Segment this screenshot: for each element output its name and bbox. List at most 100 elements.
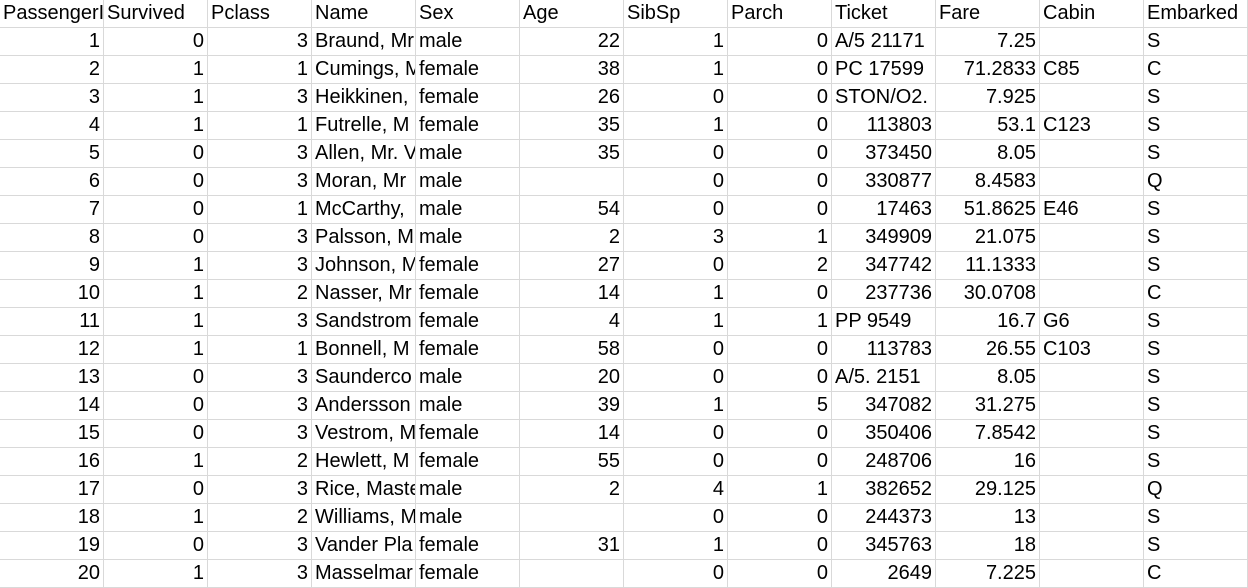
cell-sibsp[interactable]: 0 xyxy=(624,504,728,532)
cell-survived[interactable]: 1 xyxy=(104,336,208,364)
cell-embarked[interactable]: S xyxy=(1144,504,1248,532)
cell-fare[interactable]: 26.55 xyxy=(936,336,1040,364)
cell-ticket[interactable]: 330877 xyxy=(832,168,936,196)
cell-ticket[interactable]: 17463 xyxy=(832,196,936,224)
cell-name[interactable]: Rice, Maste xyxy=(312,476,416,504)
cell-ticket[interactable]: 345763 xyxy=(832,532,936,560)
cell-ticket[interactable]: 113803 xyxy=(832,112,936,140)
cell-sex[interactable]: female xyxy=(416,448,520,476)
cell-sex[interactable]: male xyxy=(416,504,520,532)
cell-pclass[interactable]: 3 xyxy=(208,532,312,560)
cell-ticket[interactable]: 382652 xyxy=(832,476,936,504)
cell-sibsp[interactable]: 1 xyxy=(624,112,728,140)
cell-survived[interactable]: 0 xyxy=(104,168,208,196)
cell-passengerid[interactable]: 15 xyxy=(0,420,104,448)
cell-parch[interactable]: 0 xyxy=(728,364,832,392)
cell-ticket[interactable]: 2649 xyxy=(832,560,936,588)
cell-ticket[interactable]: 244373 xyxy=(832,504,936,532)
cell-pclass[interactable]: 1 xyxy=(208,56,312,84)
cell-pclass[interactable]: 3 xyxy=(208,420,312,448)
cell-embarked[interactable]: C xyxy=(1144,560,1248,588)
cell-age[interactable]: 54 xyxy=(520,196,624,224)
cell-sibsp[interactable]: 0 xyxy=(624,140,728,168)
cell-sibsp[interactable]: 0 xyxy=(624,252,728,280)
cell-age[interactable]: 55 xyxy=(520,448,624,476)
header-cell-ticket[interactable]: Ticket xyxy=(832,0,936,28)
cell-name[interactable]: Johnson, M xyxy=(312,252,416,280)
cell-cabin[interactable] xyxy=(1040,532,1144,560)
cell-cabin[interactable] xyxy=(1040,140,1144,168)
cell-parch[interactable]: 0 xyxy=(728,532,832,560)
cell-passengerid[interactable]: 10 xyxy=(0,280,104,308)
cell-fare[interactable]: 18 xyxy=(936,532,1040,560)
cell-pclass[interactable]: 2 xyxy=(208,504,312,532)
cell-fare[interactable]: 7.25 xyxy=(936,28,1040,56)
cell-pclass[interactable]: 3 xyxy=(208,140,312,168)
cell-cabin[interactable] xyxy=(1040,420,1144,448)
cell-sibsp[interactable]: 0 xyxy=(624,420,728,448)
cell-cabin[interactable] xyxy=(1040,252,1144,280)
cell-sibsp[interactable]: 0 xyxy=(624,196,728,224)
cell-parch[interactable]: 0 xyxy=(728,28,832,56)
cell-parch[interactable]: 0 xyxy=(728,84,832,112)
cell-parch[interactable]: 0 xyxy=(728,140,832,168)
cell-survived[interactable]: 0 xyxy=(104,364,208,392)
cell-passengerid[interactable]: 17 xyxy=(0,476,104,504)
cell-ticket[interactable]: 349909 xyxy=(832,224,936,252)
cell-ticket[interactable]: 113783 xyxy=(832,336,936,364)
cell-fare[interactable]: 21.075 xyxy=(936,224,1040,252)
cell-age[interactable]: 38 xyxy=(520,56,624,84)
cell-age[interactable]: 31 xyxy=(520,532,624,560)
cell-embarked[interactable]: S xyxy=(1144,252,1248,280)
cell-sex[interactable]: female xyxy=(416,56,520,84)
cell-name[interactable]: Nasser, Mr xyxy=(312,280,416,308)
cell-survived[interactable]: 1 xyxy=(104,252,208,280)
cell-age[interactable]: 35 xyxy=(520,140,624,168)
cell-cabin[interactable]: E46 xyxy=(1040,196,1144,224)
cell-pclass[interactable]: 2 xyxy=(208,448,312,476)
cell-cabin[interactable] xyxy=(1040,84,1144,112)
cell-pclass[interactable]: 1 xyxy=(208,112,312,140)
cell-fare[interactable]: 7.225 xyxy=(936,560,1040,588)
cell-embarked[interactable]: S xyxy=(1144,28,1248,56)
cell-sex[interactable]: male xyxy=(416,224,520,252)
cell-fare[interactable]: 8.4583 xyxy=(936,168,1040,196)
cell-passengerid[interactable]: 9 xyxy=(0,252,104,280)
cell-pclass[interactable]: 2 xyxy=(208,280,312,308)
cell-parch[interactable]: 0 xyxy=(728,448,832,476)
cell-pclass[interactable]: 3 xyxy=(208,560,312,588)
cell-parch[interactable]: 1 xyxy=(728,476,832,504)
cell-sex[interactable]: female xyxy=(416,252,520,280)
cell-pclass[interactable]: 3 xyxy=(208,252,312,280)
cell-embarked[interactable]: S xyxy=(1144,224,1248,252)
cell-age[interactable]: 2 xyxy=(520,476,624,504)
cell-fare[interactable]: 13 xyxy=(936,504,1040,532)
cell-age[interactable] xyxy=(520,168,624,196)
cell-sex[interactable]: female xyxy=(416,336,520,364)
cell-sex[interactable]: male xyxy=(416,476,520,504)
cell-sex[interactable]: male xyxy=(416,196,520,224)
cell-pclass[interactable]: 1 xyxy=(208,336,312,364)
cell-fare[interactable]: 51.8625 xyxy=(936,196,1040,224)
cell-cabin[interactable] xyxy=(1040,168,1144,196)
cell-embarked[interactable]: S xyxy=(1144,392,1248,420)
cell-embarked[interactable]: S xyxy=(1144,532,1248,560)
cell-passengerid[interactable]: 1 xyxy=(0,28,104,56)
cell-sibsp[interactable]: 1 xyxy=(624,280,728,308)
cell-parch[interactable]: 0 xyxy=(728,336,832,364)
cell-age[interactable]: 35 xyxy=(520,112,624,140)
cell-name[interactable]: Hewlett, M xyxy=(312,448,416,476)
cell-parch[interactable]: 2 xyxy=(728,252,832,280)
header-cell-age[interactable]: Age xyxy=(520,0,624,28)
header-cell-fare[interactable]: Fare xyxy=(936,0,1040,28)
cell-survived[interactable]: 0 xyxy=(104,420,208,448)
cell-age[interactable]: 27 xyxy=(520,252,624,280)
cell-sex[interactable]: female xyxy=(416,308,520,336)
cell-name[interactable]: Vander Pla xyxy=(312,532,416,560)
cell-ticket[interactable]: A/5. 2151 xyxy=(832,364,936,392)
cell-survived[interactable]: 1 xyxy=(104,112,208,140)
cell-parch[interactable]: 0 xyxy=(728,504,832,532)
cell-sibsp[interactable]: 0 xyxy=(624,364,728,392)
cell-name[interactable]: Vestrom, M xyxy=(312,420,416,448)
cell-name[interactable]: Andersson xyxy=(312,392,416,420)
